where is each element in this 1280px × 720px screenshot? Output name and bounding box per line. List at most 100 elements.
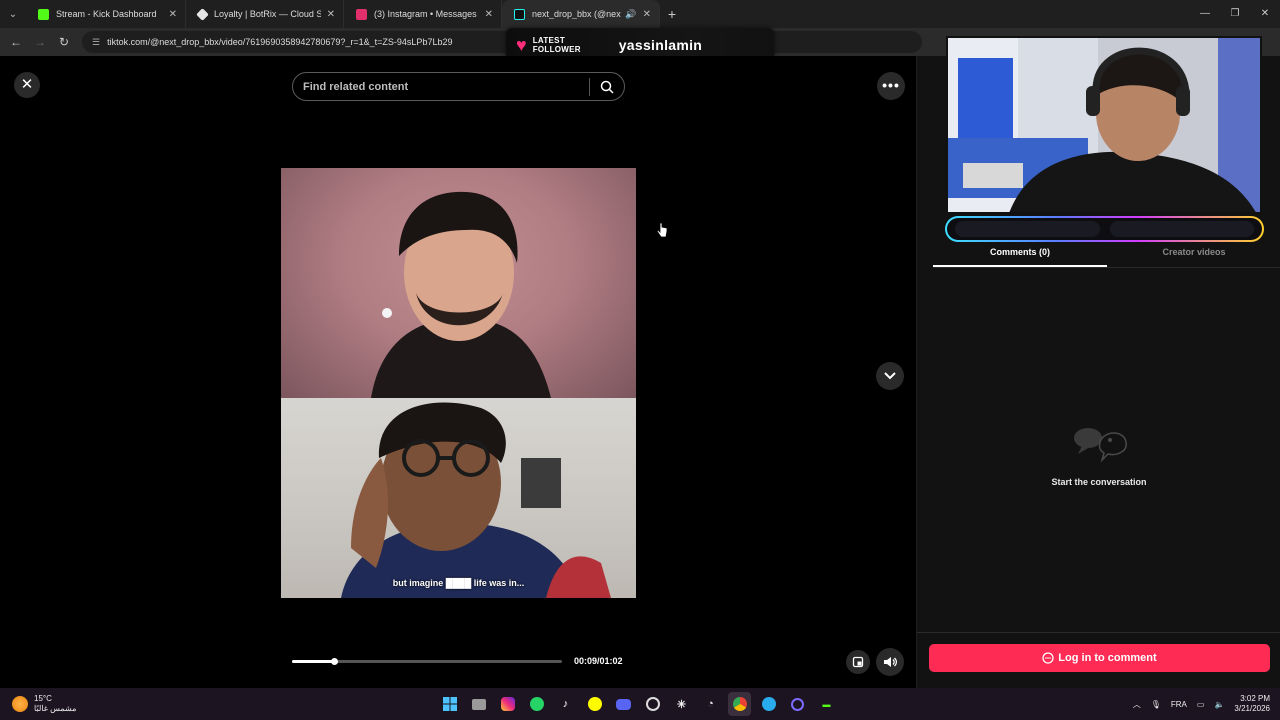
progress-handle[interactable] [330, 658, 338, 665]
botrix-favicon-icon [196, 7, 209, 21]
weather-widget[interactable]: 15°C مشمس غالبًا [12, 694, 76, 714]
video-frame-top [281, 168, 636, 398]
panel-divider [917, 632, 1280, 633]
floating-player-button[interactable] [846, 650, 870, 674]
chrome-icon[interactable] [728, 692, 751, 716]
close-tab-icon[interactable]: ✕ [327, 9, 335, 20]
video-caption: but imagine ████ life was in... [392, 578, 525, 588]
tab-botrix[interactable]: Loyalty | BotRix — Cloud Stream ✕ [186, 0, 344, 28]
webcam-bar-inner [947, 218, 1262, 240]
find-related-search[interactable]: Find related content [292, 72, 625, 101]
next-video-button[interactable] [876, 362, 904, 390]
tab-kick-dashboard[interactable]: Stream - Kick Dashboard ✕ [26, 0, 186, 28]
temperature: 15°C [34, 694, 52, 703]
speaker-icon[interactable]: 🔈 [1214, 700, 1224, 709]
more-options-button[interactable]: ••• [877, 72, 905, 100]
chatgpt-icon[interactable]: ✳ [670, 692, 693, 716]
microphone-icon[interactable]: 🎙 [1151, 700, 1161, 709]
tab-title: next_drop_bbx (@next_drop [532, 9, 621, 19]
search-input[interactable]: Find related content [293, 81, 589, 93]
comment-icon [1042, 652, 1054, 664]
login-to-comment-label: Log in to comment [1058, 652, 1157, 664]
forward-icon[interactable]: → [28, 35, 52, 49]
bar-slot [955, 221, 1100, 237]
windows-taskbar: 15°C مشمس غالبًا ♪ ✳ ◔ ▬ ︿ 🎙 FRA ▭ 🔈 3:0… [0, 688, 1280, 720]
follower-name: yassinlamin [618, 37, 703, 53]
screen: ⌄ Stream - Kick Dashboard ✕ Loyalty | Bo… [0, 0, 1280, 720]
webcam-feed-illustration [948, 38, 1260, 212]
sun-icon [12, 696, 28, 712]
video-timecode: 00:09/01:02 [574, 656, 623, 666]
close-tab-icon[interactable]: ✕ [643, 9, 651, 20]
empty-comments-text: Start the conversation [1051, 477, 1147, 487]
show-hidden-icons-icon[interactable]: ︿ [1133, 699, 1141, 710]
performance-monitor-icon[interactable]: ◔ [699, 692, 722, 716]
bar-slot [1109, 221, 1254, 237]
volume-button[interactable] [876, 648, 904, 676]
volume-icon [884, 657, 897, 667]
clock-time: 3:02 PM [1240, 694, 1270, 703]
instagram-icon[interactable] [496, 692, 519, 716]
whatsapp-icon[interactable] [525, 692, 548, 716]
start-menu-icon[interactable] [438, 692, 461, 716]
network-icon[interactable]: ▭ [1197, 700, 1205, 709]
login-to-comment-button[interactable]: Log in to comment [929, 644, 1270, 672]
reload-icon[interactable]: ↻ [52, 35, 76, 49]
window-controls: — ❐ ✕ [1190, 0, 1280, 28]
chevron-down-icon [884, 372, 896, 380]
discord-icon[interactable] [612, 692, 635, 716]
address-bar[interactable]: ☰ tiktok.com/@next_drop_bbx/video/761969… [82, 31, 922, 53]
telegram-icon[interactable] [757, 692, 780, 716]
panel-tabs: Comments (0) Creator videos [933, 242, 1280, 268]
heart-icon: ♥ [516, 34, 527, 55]
video-progress-bar[interactable] [292, 658, 562, 665]
picture-in-picture-icon [852, 656, 864, 668]
tab-instagram[interactable]: (3) Instagram • Messages ✕ [344, 0, 502, 28]
mouse-cursor-icon [656, 222, 668, 243]
weather-condition: مشمس غالبًا [34, 704, 77, 713]
tab-title: Loyalty | BotRix — Cloud Stream [214, 9, 321, 19]
search-icon[interactable] [590, 72, 624, 101]
follower-label: LATEST FOLLOWER [532, 36, 581, 54]
app-ring-icon[interactable] [786, 692, 809, 716]
tiktok-favicon-icon [514, 8, 525, 20]
tiktok-icon[interactable]: ♪ [554, 692, 577, 716]
chat-bubbles-icon [1074, 428, 1127, 463]
obs-icon[interactable] [641, 692, 664, 716]
back-icon[interactable]: ← [4, 35, 28, 49]
site-info-icon[interactable]: ☰ [92, 37, 100, 48]
taskbar-apps: ♪ ✳ ◔ ▬ [438, 692, 838, 716]
clock-date: 3/21/2026 [1234, 704, 1270, 713]
close-window-icon[interactable]: ✕ [1250, 0, 1280, 28]
tab-comments[interactable]: Comments (0) [933, 242, 1107, 267]
close-tab-icon[interactable]: ✕ [485, 9, 493, 20]
video-frame-bottom [281, 398, 636, 598]
person-top-illustration [371, 191, 551, 398]
tab-search-icon[interactable]: ⌄ [0, 0, 26, 28]
tab-title: (3) Instagram • Messages [374, 9, 477, 19]
webcam-overlay [946, 36, 1262, 214]
kick-studio-icon[interactable]: ▬ [815, 692, 838, 716]
person-bottom-illustration [341, 402, 611, 598]
file-explorer-icon[interactable] [467, 692, 490, 716]
new-tab-button[interactable]: + [660, 6, 684, 22]
snapchat-icon[interactable] [583, 692, 606, 716]
weather-text: 15°C مشمس غالبًا [34, 694, 76, 714]
input-language[interactable]: FRA [1171, 700, 1187, 709]
minimize-icon[interactable]: — [1190, 0, 1220, 28]
empty-comments-state: Start the conversation [1033, 424, 1165, 487]
close-video-button[interactable]: ✕ [14, 72, 40, 98]
tab-title: Stream - Kick Dashboard [56, 9, 157, 19]
clock[interactable]: 3:02 PM 3/21/2026 [1234, 694, 1270, 714]
webcam-frame-bar [945, 216, 1264, 242]
instagram-favicon-icon [356, 8, 367, 20]
kick-favicon-icon [38, 8, 49, 20]
tab-creator-videos[interactable]: Creator videos [1107, 242, 1280, 267]
video-player[interactable]: but imagine ████ life was in... [281, 100, 636, 688]
close-tab-icon[interactable]: ✕ [169, 9, 177, 20]
speaker-icon[interactable]: 🔊 [625, 9, 636, 20]
url-text: tiktok.com/@next_drop_bbx/video/76196903… [107, 37, 453, 47]
tab-tiktok[interactable]: next_drop_bbx (@next_drop 🔊 ✕ [502, 0, 660, 28]
system-tray: ︿ 🎙 FRA ▭ 🔈 3:02 PM 3/21/2026 [1133, 688, 1270, 720]
maximize-icon[interactable]: ❐ [1220, 0, 1250, 28]
